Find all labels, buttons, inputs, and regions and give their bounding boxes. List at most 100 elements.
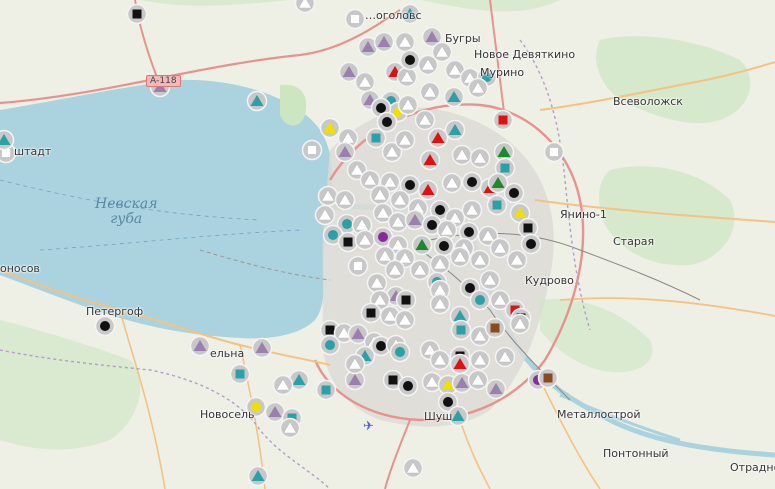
marker-brown-square[interactable] — [537, 367, 559, 389]
marker-white-triangle[interactable] — [394, 31, 416, 53]
marker-black-circle[interactable] — [376, 111, 398, 133]
marker-teal-square[interactable] — [229, 363, 251, 385]
marker-white-triangle[interactable] — [467, 369, 489, 391]
black-circle-icon — [526, 239, 536, 249]
marker-white-triangle[interactable] — [272, 374, 294, 396]
marker-purple-triangle[interactable] — [485, 378, 507, 400]
marker-black-square[interactable] — [126, 3, 148, 25]
marker-teal-square[interactable] — [486, 194, 508, 216]
marker-teal-square[interactable] — [450, 319, 472, 341]
marker-black-circle[interactable] — [461, 171, 483, 193]
marker-white-triangle[interactable] — [344, 353, 366, 375]
marker-teal-triangle[interactable] — [247, 465, 269, 487]
marker-white-triangle[interactable] — [409, 259, 431, 281]
marker-white-triangle[interactable] — [469, 249, 491, 271]
white-square-icon — [353, 261, 363, 271]
marker-white-square[interactable] — [301, 139, 323, 161]
marker-purple-triangle[interactable] — [373, 31, 395, 53]
marker-black-square[interactable] — [360, 302, 382, 324]
marker-white-triangle[interactable] — [366, 272, 388, 294]
marker-white-triangle[interactable] — [394, 309, 416, 331]
marker-white-triangle[interactable] — [387, 211, 409, 233]
marker-white-triangle[interactable] — [369, 184, 391, 206]
marker-purple-triangle[interactable] — [404, 209, 426, 231]
black-circle-icon — [427, 220, 437, 230]
place-label-staraya: Старая — [613, 235, 655, 248]
marker-purple-triangle[interactable] — [264, 401, 286, 423]
marker-white-triangle[interactable] — [429, 253, 451, 275]
marker-black-circle[interactable] — [503, 182, 525, 204]
teal-square-icon — [371, 133, 381, 143]
marker-white-triangle[interactable] — [396, 66, 418, 88]
marker-black-circle[interactable] — [520, 233, 542, 255]
marker-red-square[interactable] — [492, 109, 514, 131]
marker-white-triangle[interactable] — [451, 144, 473, 166]
marker-purple-triangle[interactable] — [189, 335, 211, 357]
marker-white-triangle[interactable] — [402, 457, 424, 479]
marker-black-circle[interactable] — [397, 375, 419, 397]
place-label-petergof: Петергоф — [86, 305, 144, 318]
marker-white-triangle[interactable] — [469, 349, 491, 371]
marker-white-triangle[interactable] — [354, 71, 376, 93]
marker-teal-triangle[interactable] — [444, 119, 466, 141]
marker-black-circle[interactable] — [94, 315, 116, 337]
marker-teal-square[interactable] — [365, 127, 387, 149]
place-label-otradnoe: Отрадно — [730, 461, 775, 474]
marker-white-triangle[interactable] — [384, 259, 406, 281]
black-square-icon — [132, 9, 142, 19]
marker-white-triangle[interactable] — [506, 249, 528, 271]
marker-white-triangle[interactable] — [429, 293, 451, 315]
brown-square-icon — [490, 323, 500, 333]
marker-teal-triangle[interactable] — [0, 129, 15, 151]
marker-teal-circle[interactable] — [469, 289, 491, 311]
marker-white-triangle[interactable] — [294, 0, 316, 14]
map-canvas[interactable]: ✈ Невская губа А-118 …оголовс Бугры Новое… — [0, 0, 775, 489]
marker-teal-triangle[interactable] — [443, 86, 465, 108]
marker-red-triangle[interactable] — [417, 179, 439, 201]
marker-red-triangle[interactable] — [427, 127, 449, 149]
marker-brown-square[interactable] — [484, 317, 506, 339]
black-circle-icon — [465, 283, 475, 293]
marker-white-triangle[interactable] — [467, 77, 489, 99]
marker-teal-circle[interactable] — [389, 341, 411, 363]
marker-white-triangle[interactable] — [469, 147, 491, 169]
marker-white-triangle[interactable] — [414, 109, 436, 131]
marker-black-circle[interactable] — [399, 49, 421, 71]
marker-white-triangle[interactable] — [494, 346, 516, 368]
marker-purple-triangle[interactable] — [251, 337, 273, 359]
marker-white-triangle[interactable] — [509, 313, 531, 335]
marker-white-triangle[interactable] — [394, 129, 416, 151]
marker-white-triangle[interactable] — [279, 417, 301, 439]
marker-white-triangle[interactable] — [389, 189, 411, 211]
marker-white-square[interactable] — [543, 141, 565, 163]
marker-white-triangle[interactable] — [449, 246, 471, 268]
marker-white-triangle[interactable] — [461, 199, 483, 221]
marker-white-square[interactable] — [347, 255, 369, 277]
marker-white-triangle[interactable] — [317, 185, 339, 207]
marker-purple-triangle[interactable] — [334, 141, 356, 163]
marker-white-triangle[interactable] — [397, 94, 419, 116]
marker-white-triangle[interactable] — [441, 172, 463, 194]
marker-red-triangle[interactable] — [449, 353, 471, 375]
marker-yellow-triangle[interactable] — [319, 117, 341, 139]
marker-white-triangle[interactable] — [479, 269, 501, 291]
black-circle-icon — [467, 177, 477, 187]
marker-white-triangle[interactable] — [334, 189, 356, 211]
marker-white-triangle[interactable] — [417, 54, 439, 76]
marker-black-square[interactable] — [395, 289, 417, 311]
marker-white-triangle[interactable] — [419, 81, 441, 103]
marker-white-triangle[interactable] — [489, 237, 511, 259]
marker-black-square[interactable] — [337, 231, 359, 253]
marker-white-triangle[interactable] — [314, 204, 336, 226]
marker-teal-triangle[interactable] — [246, 90, 268, 112]
marker-teal-circle[interactable] — [319, 334, 341, 356]
black-circle-icon — [509, 188, 519, 198]
marker-red-triangle[interactable] — [419, 149, 441, 171]
marker-black-circle[interactable] — [433, 235, 455, 257]
marker-white-square[interactable] — [344, 8, 366, 30]
black-square-icon — [366, 308, 376, 318]
marker-white-triangle[interactable] — [429, 349, 451, 371]
marker-white-triangle[interactable] — [354, 229, 376, 251]
marker-green-triangle[interactable] — [411, 234, 433, 256]
marker-teal-square[interactable] — [315, 379, 337, 401]
